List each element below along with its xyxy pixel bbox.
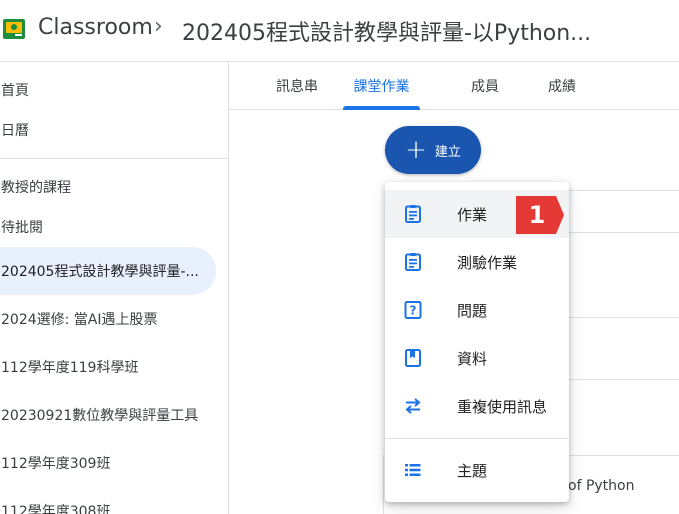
topic-icon xyxy=(405,464,421,476)
sidebar-item-calendar[interactable]: 日曆 xyxy=(0,106,216,154)
menu-item-topic[interactable]: 主題 xyxy=(385,446,569,494)
breadcrumb-chevron-icon: › xyxy=(154,14,163,39)
classroom-page: Classroom › 202405程式設計教學與評量-以Python... 首… xyxy=(0,0,679,514)
sidebar-item-course-active[interactable]: 202405程式設計教學與評量-... xyxy=(0,247,216,295)
tab-label: 訊息串 xyxy=(276,78,318,95)
quiz-assignment-icon xyxy=(405,253,421,271)
top-app-bar: Classroom › 202405程式設計教學與評量-以Python... xyxy=(0,0,679,62)
menu-item-label: 重複使用訊息 xyxy=(457,397,548,416)
tab-stream[interactable]: 訊息串 xyxy=(259,62,335,109)
tab-label: 成績 xyxy=(548,78,576,95)
menu-item-quiz-assignment[interactable]: 測驗作業 xyxy=(385,238,569,286)
sidebar-item-course[interactable]: 112學年度119科學班 xyxy=(0,343,216,391)
sidebar-item-label: 日曆 xyxy=(1,123,29,139)
tab-classwork[interactable]: 課堂作業 xyxy=(343,62,420,109)
sidebar-divider xyxy=(0,158,229,159)
classroom-logo-icon[interactable] xyxy=(3,19,25,39)
app-title[interactable]: Classroom xyxy=(38,15,153,40)
question-icon: ? xyxy=(404,301,422,319)
course-tabs: 訊息串 課堂作業 成員 成績 xyxy=(229,62,679,110)
sidebar-item-label: 教授的課程 xyxy=(1,180,71,196)
plus-icon: + xyxy=(405,135,427,165)
svg-text:?: ? xyxy=(410,304,417,318)
course-title[interactable]: 202405程式設計教學與評量-以Python... xyxy=(182,15,679,47)
sidebar: 首頁 日曆 教授的課程 待批閱 202405程式設計教學與評量-... 2024… xyxy=(0,62,229,514)
sidebar-item-label: 112學年度308班 xyxy=(1,504,111,514)
reuse-post-icon xyxy=(405,398,421,414)
topic-field-border xyxy=(567,190,679,191)
content-divider xyxy=(567,379,679,380)
content-divider xyxy=(567,317,679,318)
tab-people[interactable]: 成員 xyxy=(455,62,515,109)
menu-item-reuse-post[interactable]: 重複使用訊息 xyxy=(385,382,569,430)
sidebar-item-course[interactable]: 20230921數位教學與評量工具 xyxy=(0,391,216,439)
tab-label: 成員 xyxy=(471,78,499,95)
content-divider xyxy=(567,455,679,456)
menu-item-label: 作業 xyxy=(457,205,488,224)
menu-item-label: 主題 xyxy=(457,461,488,480)
sidebar-item-course[interactable]: 2024選修: 當AI遇上股票 xyxy=(0,295,216,343)
sidebar-item-course[interactable]: 112學年度309班 xyxy=(0,439,216,487)
menu-item-material[interactable]: 資料 xyxy=(385,334,569,382)
create-button-label: 建立 xyxy=(434,144,461,160)
menu-divider xyxy=(385,438,569,439)
sidebar-item-label: 112學年度309班 xyxy=(1,456,111,472)
card-border xyxy=(383,455,384,514)
sidebar-item-label: 2024選修: 當AI遇上股票 xyxy=(1,312,158,328)
sidebar-item-label: 202405程式設計教學與評量-... xyxy=(1,264,199,280)
create-button[interactable]: + 建立 xyxy=(385,126,481,174)
step-badge-number: 1 xyxy=(528,201,546,229)
menu-item-label: 問題 xyxy=(457,301,488,320)
menu-item-question[interactable]: ? 問題 xyxy=(385,286,569,334)
sidebar-item-label: 待批閱 xyxy=(1,220,43,236)
menu-item-label: 測驗作業 xyxy=(457,253,518,272)
assignment-icon xyxy=(405,205,421,223)
tab-grades[interactable]: 成績 xyxy=(529,62,595,109)
active-tab-indicator xyxy=(343,106,420,110)
sidebar-item-label: 首頁 xyxy=(1,83,29,99)
topic-field-border xyxy=(567,232,679,233)
topic-title[interactable]: of Python xyxy=(568,478,634,494)
sidebar-item-to-review[interactable]: 待批閱 xyxy=(0,203,216,251)
sidebar-item-label: 112學年度119科學班 xyxy=(1,360,139,376)
menu-item-label: 資料 xyxy=(457,349,488,368)
material-icon xyxy=(405,349,421,367)
tab-label: 課堂作業 xyxy=(353,78,410,95)
sidebar-item-label: 20230921數位教學與評量工具 xyxy=(1,408,199,424)
sidebar-item-course[interactable]: 112學年度308班 xyxy=(0,487,216,514)
